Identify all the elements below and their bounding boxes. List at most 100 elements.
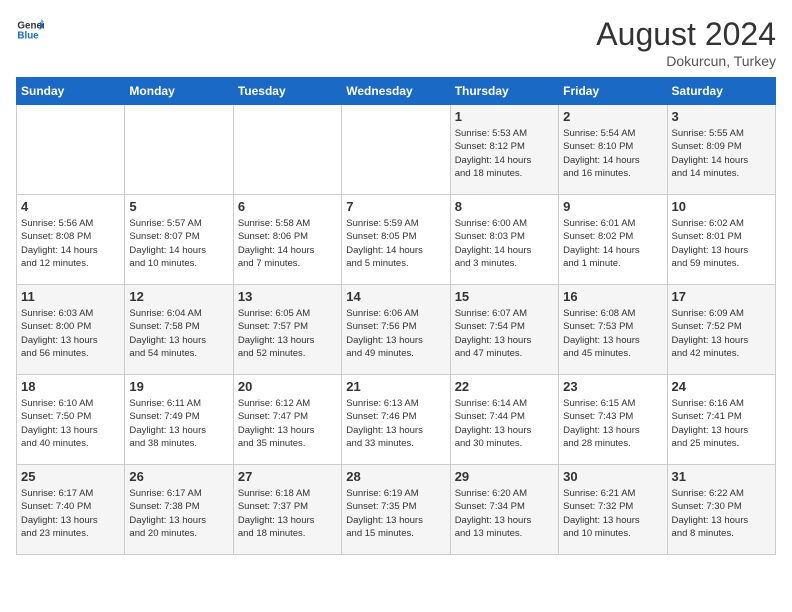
day-info: Sunrise: 6:18 AM Sunset: 7:37 PM Dayligh… (238, 487, 337, 540)
calendar-cell: 9 Sunrise: 6:01 AM Sunset: 8:02 PM Daylig… (559, 195, 667, 285)
day-info: Sunrise: 6:02 AM Sunset: 8:01 PM Dayligh… (672, 217, 771, 270)
calendar-cell: 30Sunrise: 6:21 AM Sunset: 7:32 PM Dayli… (559, 465, 667, 555)
day-info: Sunrise: 6:16 AM Sunset: 7:41 PM Dayligh… (672, 397, 771, 450)
day-number: 29 (455, 469, 554, 484)
day-number: 19 (129, 379, 228, 394)
calendar-cell: 29 Sunrise: 6:20 AM Sunset: 7:34 PM Dayli… (450, 465, 558, 555)
day-info: Sunrise: 6:14 AM Sunset: 7:44 PM Dayligh… (455, 397, 554, 450)
calendar-cell: 26 Sunrise: 6:17 AM Sunset: 7:38 PM Dayli… (125, 465, 233, 555)
calendar-cell: 18 Sunrise: 6:10 AM Sunset: 7:50 PM Dayli… (17, 375, 125, 465)
day-number: 17 (672, 289, 771, 304)
calendar-cell (17, 105, 125, 195)
logo: General Blue (16, 16, 44, 44)
month-year-title: August 2024 (596, 16, 776, 53)
calendar-cell: 10 Sunrise: 6:02 AM Sunset: 8:01 PM Dayli… (667, 195, 775, 285)
weekday-header-friday: Friday (559, 78, 667, 105)
svg-text:Blue: Blue (17, 30, 39, 41)
day-info: Sunrise: 6:17 AM Sunset: 7:38 PM Dayligh… (129, 487, 228, 540)
day-number: 8 (455, 199, 554, 214)
calendar-cell: 3 Sunrise: 5:55 AM Sunset: 8:09 PM Daylig… (667, 105, 775, 195)
weekday-header-monday: Monday (125, 78, 233, 105)
day-info: Sunrise: 6:08 AM Sunset: 7:53 PM Dayligh… (563, 307, 662, 360)
day-number: 4 (21, 199, 120, 214)
day-number: 2 (563, 109, 662, 124)
day-number: 31 (672, 469, 771, 484)
calendar-cell: 12 Sunrise: 6:04 AM Sunset: 7:58 PM Dayli… (125, 285, 233, 375)
day-info: Sunrise: 6:17 AM Sunset: 7:40 PM Dayligh… (21, 487, 120, 540)
day-number: 23 (563, 379, 662, 394)
day-number: 14 (346, 289, 445, 304)
day-number: 12 (129, 289, 228, 304)
day-info: Sunrise: 6:19 AM Sunset: 7:35 PM Dayligh… (346, 487, 445, 540)
calendar-week-2: 4 Sunrise: 5:56 AM Sunset: 8:08 PM Daylig… (17, 195, 776, 285)
calendar-cell: 27 Sunrise: 6:18 AM Sunset: 7:37 PM Dayli… (233, 465, 341, 555)
day-info: Sunrise: 6:22 AM Sunset: 7:30 PM Dayligh… (672, 487, 771, 540)
day-info: Sunrise: 6:09 AM Sunset: 7:52 PM Dayligh… (672, 307, 771, 360)
calendar-cell (125, 105, 233, 195)
day-info: Sunrise: 6:04 AM Sunset: 7:58 PM Dayligh… (129, 307, 228, 360)
weekday-header-thursday: Thursday (450, 78, 558, 105)
calendar-week-5: 25 Sunrise: 6:17 AM Sunset: 7:40 PM Dayli… (17, 465, 776, 555)
calendar-cell: 14Sunrise: 6:06 AM Sunset: 7:56 PM Dayli… (342, 285, 450, 375)
calendar-cell: 4 Sunrise: 5:56 AM Sunset: 8:08 PM Daylig… (17, 195, 125, 285)
day-info: Sunrise: 6:12 AM Sunset: 7:47 PM Dayligh… (238, 397, 337, 450)
day-number: 13 (238, 289, 337, 304)
calendar-cell: 22 Sunrise: 6:14 AM Sunset: 7:44 PM Dayli… (450, 375, 558, 465)
calendar-cell (233, 105, 341, 195)
page-header: General Blue August 2024 Dokurcun, Turke… (16, 16, 776, 69)
day-info: Sunrise: 5:59 AM Sunset: 8:05 PM Dayligh… (346, 217, 445, 270)
day-number: 30 (563, 469, 662, 484)
weekday-header-saturday: Saturday (667, 78, 775, 105)
day-info: Sunrise: 6:15 AM Sunset: 7:43 PM Dayligh… (563, 397, 662, 450)
day-number: 24 (672, 379, 771, 394)
logo-icon: General Blue (16, 16, 44, 44)
calendar-week-3: 11 Sunrise: 6:03 AM Sunset: 8:00 PM Dayli… (17, 285, 776, 375)
day-info: Sunrise: 6:11 AM Sunset: 7:49 PM Dayligh… (129, 397, 228, 450)
day-info: Sunrise: 5:55 AM Sunset: 8:09 PM Dayligh… (672, 127, 771, 180)
day-number: 5 (129, 199, 228, 214)
calendar-cell: 21Sunrise: 6:13 AM Sunset: 7:46 PM Dayli… (342, 375, 450, 465)
day-number: 16 (563, 289, 662, 304)
calendar-cell: 17 Sunrise: 6:09 AM Sunset: 7:52 PM Dayli… (667, 285, 775, 375)
day-number: 3 (672, 109, 771, 124)
calendar-cell: 28Sunrise: 6:19 AM Sunset: 7:35 PM Dayli… (342, 465, 450, 555)
weekday-header-wednesday: Wednesday (342, 78, 450, 105)
calendar-cell: 6Sunrise: 5:58 AM Sunset: 8:06 PM Daylig… (233, 195, 341, 285)
day-number: 22 (455, 379, 554, 394)
day-info: Sunrise: 6:10 AM Sunset: 7:50 PM Dayligh… (21, 397, 120, 450)
day-number: 18 (21, 379, 120, 394)
calendar-cell: 1Sunrise: 5:53 AM Sunset: 8:12 PM Daylig… (450, 105, 558, 195)
calendar-cell: 13 Sunrise: 6:05 AM Sunset: 7:57 PM Dayli… (233, 285, 341, 375)
day-number: 10 (672, 199, 771, 214)
day-info: Sunrise: 5:53 AM Sunset: 8:12 PM Dayligh… (455, 127, 554, 180)
day-info: Sunrise: 6:03 AM Sunset: 8:00 PM Dayligh… (21, 307, 120, 360)
calendar-cell: 7 Sunrise: 5:59 AM Sunset: 8:05 PM Daylig… (342, 195, 450, 285)
day-info: Sunrise: 5:54 AM Sunset: 8:10 PM Dayligh… (563, 127, 662, 180)
day-info: Sunrise: 6:00 AM Sunset: 8:03 PM Dayligh… (455, 217, 554, 270)
calendar-cell: 16 Sunrise: 6:08 AM Sunset: 7:53 PM Dayli… (559, 285, 667, 375)
day-info: Sunrise: 5:58 AM Sunset: 8:06 PM Dayligh… (238, 217, 337, 270)
day-number: 7 (346, 199, 445, 214)
day-info: Sunrise: 5:57 AM Sunset: 8:07 PM Dayligh… (129, 217, 228, 270)
day-info: Sunrise: 6:05 AM Sunset: 7:57 PM Dayligh… (238, 307, 337, 360)
calendar-cell: 19 Sunrise: 6:11 AM Sunset: 7:49 PM Dayli… (125, 375, 233, 465)
day-number: 9 (563, 199, 662, 214)
calendar-cell: 5 Sunrise: 5:57 AM Sunset: 8:07 PM Daylig… (125, 195, 233, 285)
day-info: Sunrise: 6:01 AM Sunset: 8:02 PM Dayligh… (563, 217, 662, 270)
day-number: 27 (238, 469, 337, 484)
day-number: 25 (21, 469, 120, 484)
calendar-cell: 25 Sunrise: 6:17 AM Sunset: 7:40 PM Dayli… (17, 465, 125, 555)
title-block: August 2024 Dokurcun, Turkey (596, 16, 776, 69)
calendar-week-4: 18 Sunrise: 6:10 AM Sunset: 7:50 PM Dayli… (17, 375, 776, 465)
day-info: Sunrise: 6:20 AM Sunset: 7:34 PM Dayligh… (455, 487, 554, 540)
calendar-cell: 23 Sunrise: 6:15 AM Sunset: 7:43 PM Dayli… (559, 375, 667, 465)
day-number: 21 (346, 379, 445, 394)
calendar-cell: 15Sunrise: 6:07 AM Sunset: 7:54 PM Dayli… (450, 285, 558, 375)
day-info: Sunrise: 5:56 AM Sunset: 8:08 PM Dayligh… (21, 217, 120, 270)
day-number: 26 (129, 469, 228, 484)
weekday-header-tuesday: Tuesday (233, 78, 341, 105)
weekday-header-sunday: Sunday (17, 78, 125, 105)
day-number: 11 (21, 289, 120, 304)
calendar-cell: 24 Sunrise: 6:16 AM Sunset: 7:41 PM Dayli… (667, 375, 775, 465)
calendar-cell: 11 Sunrise: 6:03 AM Sunset: 8:00 PM Dayli… (17, 285, 125, 375)
